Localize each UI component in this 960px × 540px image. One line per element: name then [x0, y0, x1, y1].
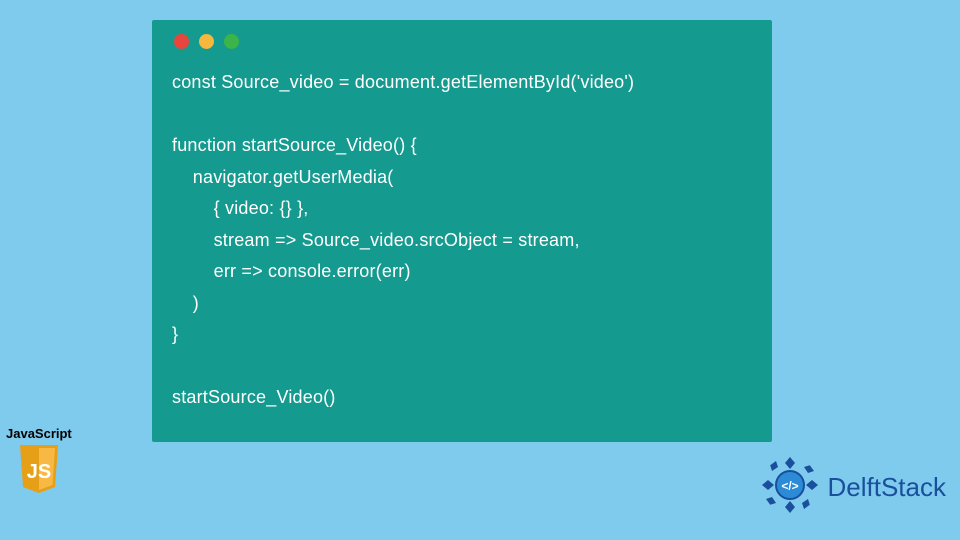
minimize-icon	[199, 34, 214, 49]
maximize-icon	[224, 34, 239, 49]
delftstack-text: DelftStack	[828, 472, 947, 503]
traffic-lights	[174, 34, 752, 49]
javascript-shield-icon: JS	[16, 443, 62, 495]
javascript-label: JavaScript	[6, 426, 72, 441]
delftstack-logo-icon: </>	[758, 453, 822, 522]
code-window: const Source_video = document.getElement…	[152, 20, 772, 442]
code-block: const Source_video = document.getElement…	[172, 67, 752, 414]
delftstack-badge: </> DelftStack	[758, 453, 947, 522]
svg-text:</>: </>	[781, 479, 798, 493]
javascript-badge: JavaScript JS	[6, 426, 72, 495]
close-icon	[174, 34, 189, 49]
svg-text:JS: JS	[27, 461, 51, 483]
